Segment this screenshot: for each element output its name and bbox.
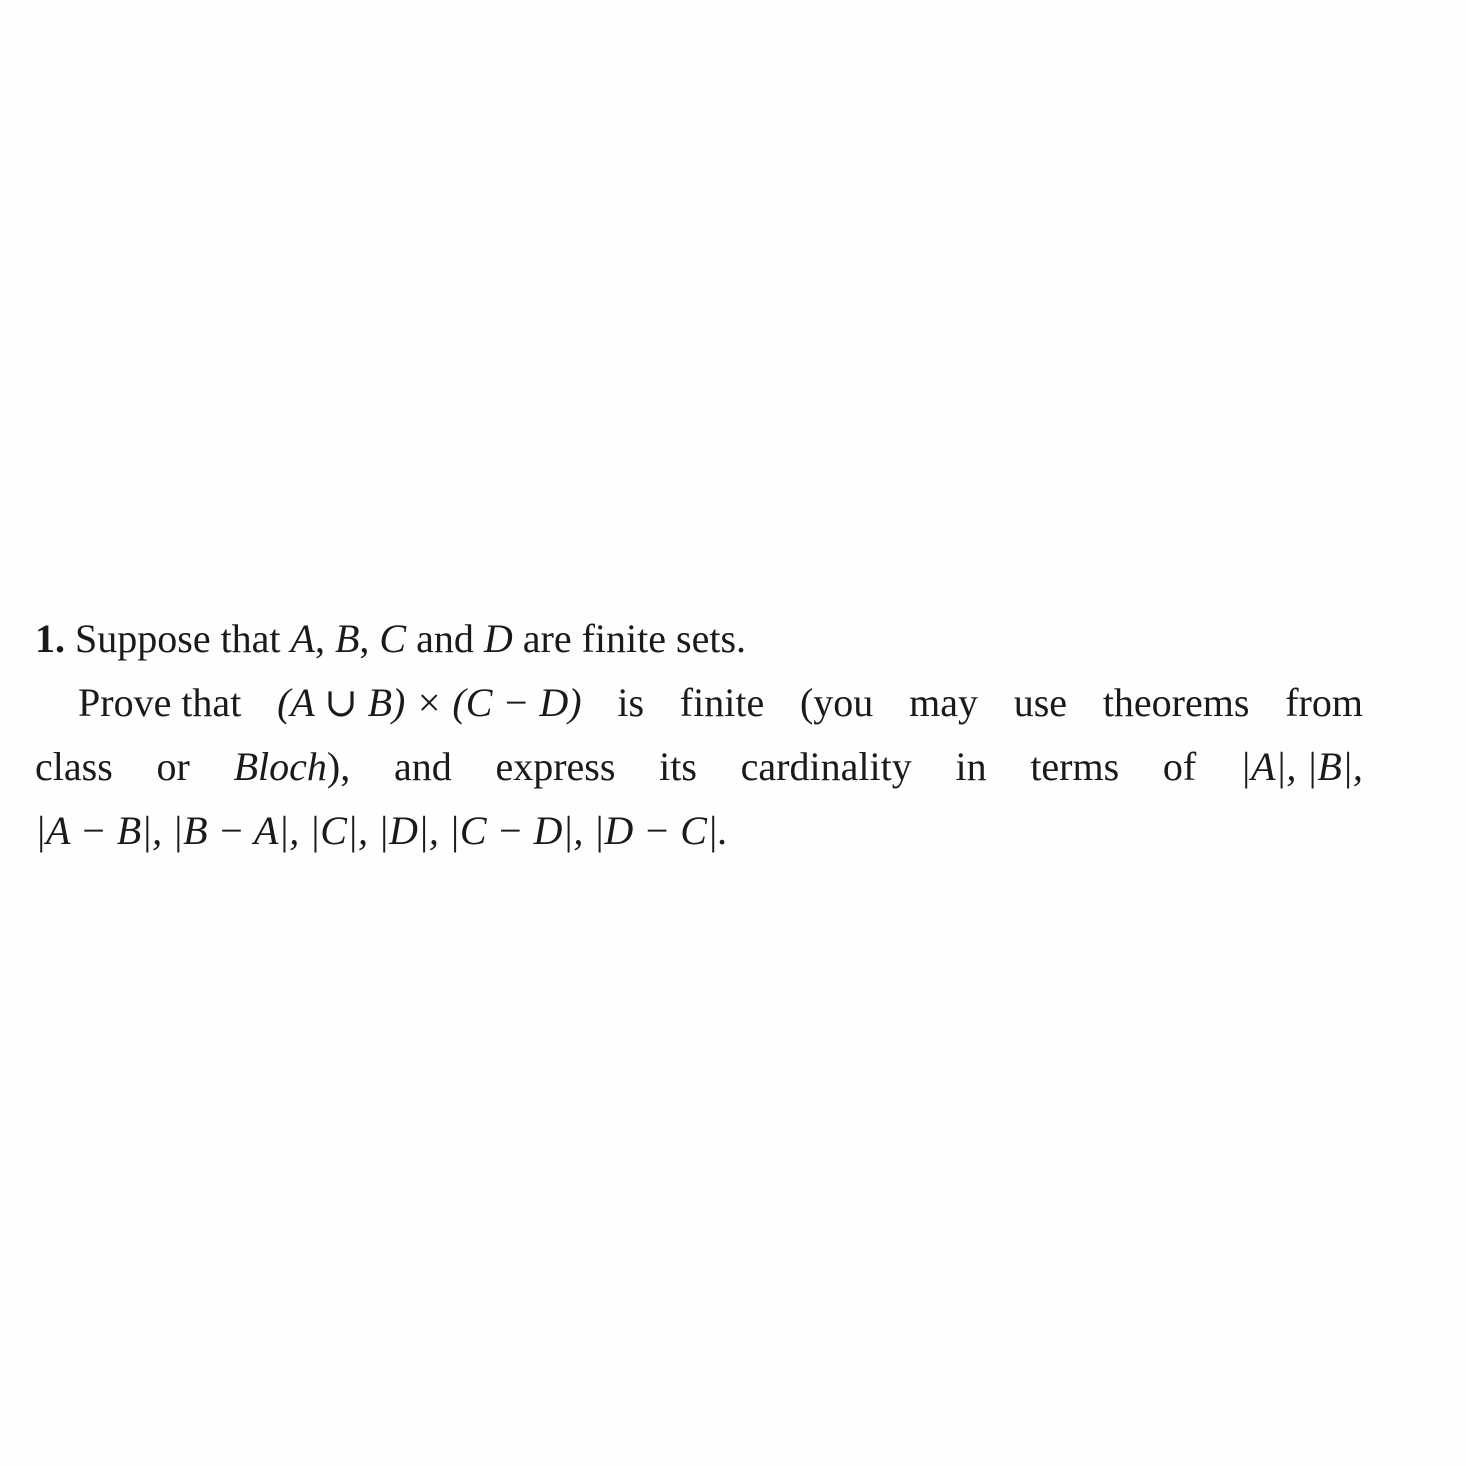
word: class [35,744,113,789]
word: from [1285,680,1363,725]
cardinality-term: |B|, [1306,744,1363,789]
set-c: C [379,616,407,661]
problem-line-4: |A − B|, |B − A|, |C|, |D|, |C − D|, |D … [35,799,1363,863]
cardinality-term: |C − D|, [448,808,584,853]
set-b: B [334,616,360,661]
cardinality-term: |C|, [309,808,368,853]
word: may [909,680,978,725]
word: its [659,744,697,789]
cardinality-term: |D − C|. [593,808,728,853]
and-word: and [416,616,474,661]
reference-bloch: Bloch [233,744,327,789]
word: use [1013,680,1068,725]
problem-statement: 1. Suppose that A, B, C and D are finite… [35,607,1363,863]
problem-number: 1. [35,616,65,661]
set-d: D [483,616,513,661]
word: in [955,744,987,789]
cardinality-term: |A − B|, [35,808,163,853]
word: (you [799,680,874,725]
word: express [495,744,616,789]
problem-line-2: Prove that (A ∪ B) × (C − D) is finite (… [35,671,1363,735]
problem-line-1: 1. Suppose that A, B, C and D are finite… [35,616,747,661]
prove-text: Prove that [78,680,242,725]
word: of [1162,744,1197,789]
cardinality-term: |B − A|, [172,808,300,853]
word: finite [679,680,765,725]
word: or [156,744,190,789]
tail-text: are finite sets. [522,616,747,661]
cardinality-term: |D|, [377,808,439,853]
word: theorems [1102,680,1250,725]
cardinality-term: |A|, [1239,744,1297,789]
problem-line-3: class or Bloch), and express its cardina… [35,735,1363,799]
word: cardinality [740,744,912,789]
intro-text: Suppose that [75,616,281,661]
word: terms [1030,744,1120,789]
product-expression: (A ∪ B) × (C − D) [277,680,582,725]
word: is [617,680,645,725]
set-a: A [290,616,315,661]
word: and [393,744,452,789]
